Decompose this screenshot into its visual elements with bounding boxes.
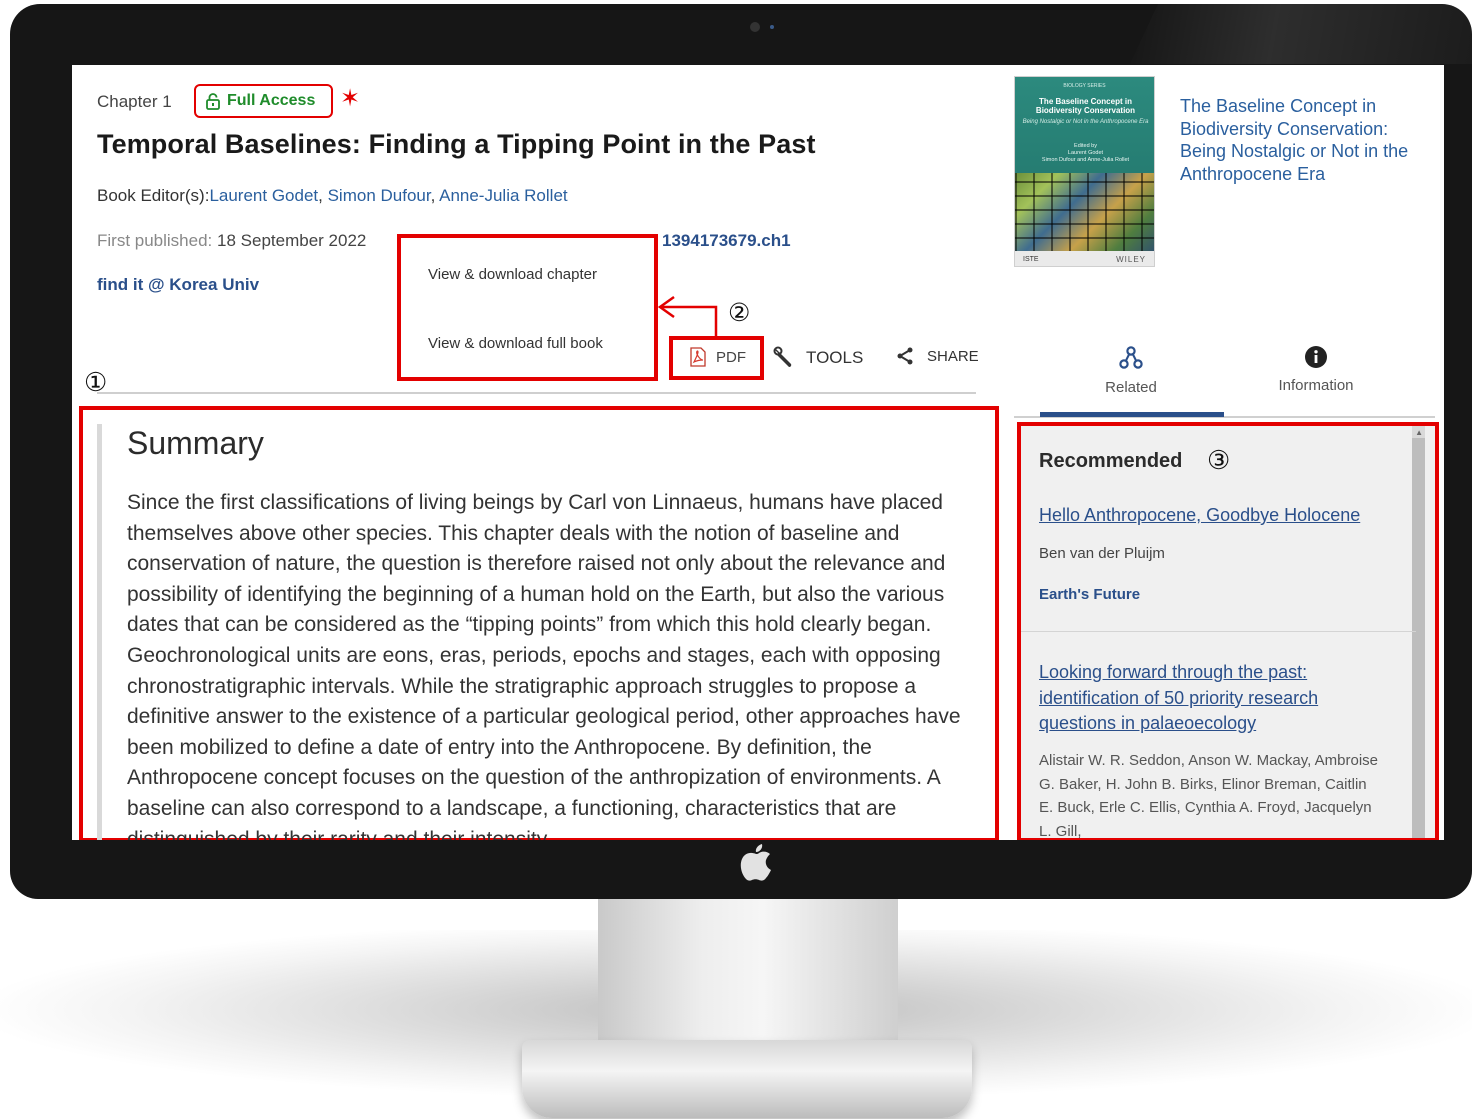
pdf-label: PDF [716, 348, 746, 366]
cover-footer: ISTE WILEY [1015, 251, 1154, 266]
summary-text: Since the first classifications of livin… [127, 491, 961, 840]
share-button[interactable]: SHARE [895, 346, 979, 366]
scroll-up-arrow-icon[interactable]: ▲ [1415, 428, 1423, 437]
tab-information-label: Information [1278, 377, 1354, 394]
book-editors: Book Editor(s):Laurent Godet, Simon Dufo… [97, 186, 568, 205]
annotation-marker-3: ③ [1207, 445, 1231, 475]
info-icon [1305, 346, 1327, 368]
tab-related[interactable]: Related [1040, 345, 1222, 396]
recommended-heading: Recommended [1039, 450, 1183, 472]
editor-link-rollet[interactable]: Anne-Julia Rollet [439, 186, 568, 205]
first-published-label: First published: [97, 231, 213, 250]
first-published: First published: 18 September 2022 [97, 231, 366, 251]
share-label: SHARE [927, 347, 979, 365]
cover-imprint: ISTE [1023, 256, 1039, 263]
cover-editor-names: Laurent Godet Simon Dufour and Anne-Juli… [1041, 150, 1130, 163]
pdf-download-menu: View & download chapter View & download … [397, 234, 658, 381]
toolbar-divider [97, 392, 976, 394]
chapter-label: Chapter 1 [97, 92, 172, 111]
cover-series: BIOLOGY SERIES [1063, 83, 1106, 89]
bezel-glare [1130, 4, 1472, 64]
cover-edited-by: Edited by [1074, 143, 1097, 149]
book-cover-image[interactable]: BIOLOGY SERIES The Baseline Concept in B… [1014, 76, 1155, 267]
tab-active-indicator [1040, 412, 1224, 417]
monitor-bezel: Chapter 1 Full Access ✶ Temporal Baselin… [10, 4, 1472, 899]
editors-label: Book Editor(s): [97, 186, 210, 205]
book-title-link[interactable]: The Baseline Concept in Biodiversity Con… [1180, 95, 1435, 185]
cover-title: The Baseline Concept in Biodiversity Con… [1035, 97, 1136, 115]
summary-heading: Summary [127, 425, 264, 461]
doi-link[interactable]: 1394173679.ch1 [662, 231, 791, 251]
annotation-marker-2: ② [728, 299, 751, 327]
tools-button[interactable]: TOOLS [772, 346, 863, 370]
editor-link-godet[interactable]: Laurent Godet [209, 186, 318, 205]
view-download-full-book-item[interactable]: View & download full book [428, 335, 603, 352]
share-icon [897, 347, 913, 365]
cover-subtitle: Being Nostalgic or Not in the Anthropoce… [1022, 119, 1149, 125]
view-download-chapter-item[interactable]: View & download chapter [428, 266, 597, 283]
recommended-item-2-title[interactable]: Looking forward through the past: identi… [1039, 660, 1399, 737]
tab-information[interactable]: Information [1225, 345, 1407, 394]
first-published-date: 18 September 2022 [217, 231, 367, 250]
cover-photo-grid [1015, 173, 1154, 253]
tools-label: TOOLS [806, 348, 864, 367]
pdf-file-icon [690, 347, 706, 367]
recommended-item-1-journal[interactable]: Earth's Future [1039, 586, 1140, 603]
camera-icon [750, 22, 760, 32]
camera-light [770, 25, 774, 29]
recommended-item-1-author[interactable]: Ben van der Pluijm [1039, 545, 1165, 562]
monitor-stand-base [522, 1040, 972, 1118]
recommended-item-2-authors[interactable]: Alistair W. R. Seddon, Anson W. Mackay, … [1039, 749, 1384, 838]
star-marker: ✶ [340, 85, 361, 112]
tab-related-label: Related [1105, 379, 1157, 396]
recommended-item-1-title[interactable]: Hello Anthropocene, Goodbye Holocene [1039, 505, 1360, 526]
wrench-icon [773, 346, 792, 368]
lock-icon [206, 92, 220, 110]
full-access-badge: Full Access [205, 92, 315, 110]
monitor-stand-neck [598, 898, 898, 1048]
find-it-link[interactable]: find it @ Korea Univ [97, 275, 259, 295]
cover-editors: Edited by Laurent Godet Simon Dufour and… [1019, 143, 1152, 164]
editor-link-dufour[interactable]: Simon Dufour [328, 186, 431, 205]
recommended-scroll-thumb[interactable] [1412, 438, 1425, 838]
summary-side-rule [97, 424, 102, 840]
recommended-panel: ▲ Recommended ③ Hello Anthropocene, Good… [1017, 422, 1439, 840]
chapter-title: Temporal Baselines: Finding a Tipping Po… [97, 129, 816, 159]
pdf-button[interactable]: PDF [689, 347, 746, 367]
apple-logo-icon [732, 842, 780, 886]
cover-publisher: WILEY [1116, 255, 1146, 264]
full-access-label: Full Access [227, 92, 316, 109]
browser-screen: Chapter 1 Full Access ✶ Temporal Baselin… [72, 65, 1444, 840]
recommended-divider [1021, 631, 1416, 632]
related-nodes-icon [1119, 346, 1143, 369]
